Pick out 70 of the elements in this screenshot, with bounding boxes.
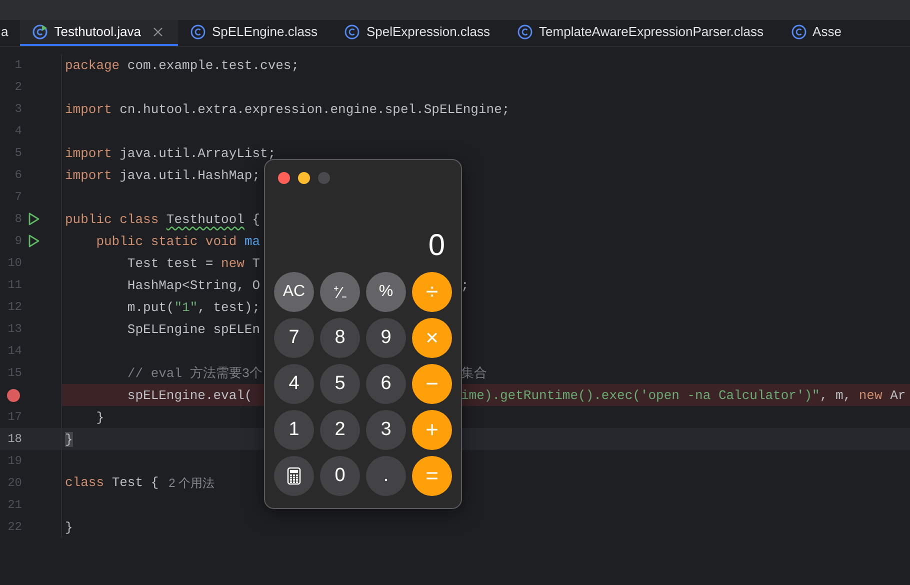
- class-icon: [344, 24, 360, 40]
- code-text: , m,: [820, 388, 852, 402]
- code-text: "1": [174, 300, 198, 314]
- calculator-display: 0: [427, 229, 446, 263]
- editor-tab[interactable]: TemplateAwareExpressionParser.class: [505, 20, 779, 46]
- code-text: }: [95, 410, 104, 424]
- usage-hint: 2 个用法: [168, 474, 215, 492]
- code-text: 集合: [461, 365, 487, 382]
- code-text: ime).getRuntime().exec('open -na Calculator')": [461, 388, 820, 402]
- code-text: T: [251, 256, 260, 270]
- code-text: cn.hutool.extra.expression.engine.spel.SpELEngine;: [118, 102, 510, 116]
- code-text: new: [858, 388, 882, 402]
- code-text: package: [65, 58, 120, 72]
- calculator-key[interactable]: 8: [320, 318, 360, 358]
- editor-tab[interactable]: Asse: [778, 20, 856, 46]
- code-text: ma: [244, 234, 260, 248]
- class-icon: [190, 24, 206, 40]
- code-text: }: [65, 432, 73, 446]
- code-text: HashMap<String, O: [126, 278, 260, 292]
- calculator-key[interactable]: %: [366, 272, 406, 312]
- minimize-window-button[interactable]: [298, 172, 310, 184]
- calculator-key[interactable]: 5: [320, 364, 360, 404]
- line-number: 18: [6, 432, 22, 446]
- code-text: m.put(: [126, 300, 174, 314]
- editor-tab[interactable]: SpELEngine.class: [178, 20, 332, 46]
- code-text: import: [65, 146, 112, 160]
- code-text: Testhutool: [166, 212, 244, 226]
- code-text: ;: [461, 278, 469, 292]
- code-text: import: [65, 102, 112, 116]
- run-icon[interactable]: [28, 234, 40, 248]
- close-window-button[interactable]: [278, 172, 290, 184]
- calculator-key[interactable]: 1: [274, 410, 314, 450]
- code-text: public class: [65, 212, 160, 226]
- calculator-key[interactable]: ⁺∕₋: [320, 272, 360, 312]
- code-text: , test);: [198, 300, 260, 314]
- calculator-key[interactable]: 7: [274, 318, 314, 358]
- code-text: Test {: [110, 474, 159, 492]
- code-text: }: [65, 520, 73, 534]
- class-icon: [790, 24, 807, 40]
- code-text: public static void: [95, 234, 238, 248]
- code-text: // eval 方法需要3个: [126, 365, 263, 382]
- code-text: spELEngine.eval(: [126, 388, 252, 402]
- breakpoint-icon[interactable]: [7, 388, 20, 402]
- editor-tab[interactable]: Testhutool.java: [20, 20, 178, 46]
- code-text: Test test =: [126, 256, 214, 270]
- calculator-key[interactable]: 2: [320, 410, 360, 450]
- calculator-key[interactable]: 6: [366, 364, 406, 404]
- calculator-key[interactable]: 4: [274, 364, 314, 404]
- calculator-key[interactable]: .: [366, 456, 406, 496]
- run-icon[interactable]: [28, 212, 40, 226]
- java-class-icon: [32, 24, 48, 40]
- calculator-key[interactable]: AC: [274, 272, 314, 312]
- code-text: new: [221, 256, 244, 270]
- code-text: SpELEngine spELEn: [126, 322, 260, 336]
- calculator-icon-button[interactable]: [274, 456, 314, 496]
- class-icon: [517, 24, 534, 40]
- calculator-key[interactable]: 0: [320, 456, 360, 496]
- code-text: java.util.ArrayList;: [118, 146, 276, 160]
- code-text: {: [251, 212, 260, 226]
- close-icon[interactable]: [152, 27, 163, 37]
- code-text: com.example.test.cves;: [126, 58, 300, 72]
- code-text: class: [65, 474, 104, 492]
- calculator-icon: [287, 467, 301, 485]
- code-text: java.util.HashMap;: [118, 168, 260, 182]
- code-text: Ar: [889, 388, 906, 402]
- calculator-key[interactable]: 9: [366, 318, 406, 358]
- code-text: import: [65, 168, 112, 182]
- editor-tab[interactable]: SpelExpression.class: [332, 20, 506, 46]
- editor-tab[interactable]: a: [0, 20, 20, 46]
- calculator-key[interactable]: 3: [366, 410, 406, 450]
